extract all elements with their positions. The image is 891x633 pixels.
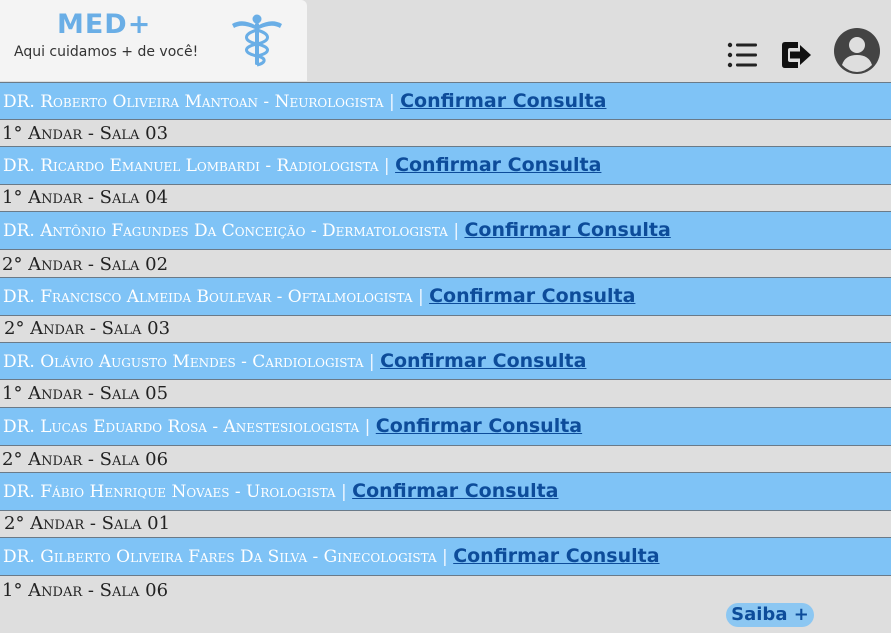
menu-list-icon[interactable]: [727, 41, 757, 69]
brand-tagline: Aqui cuidamos + de você!: [14, 44, 199, 60]
header: MED+ Aqui cuidamos + de você!: [0, 0, 891, 82]
room-location: 2° Andar - Sala 01: [0, 512, 891, 536]
room-location: 2° Andar - Sala 03: [0, 317, 891, 341]
logo[interactable]: MED+ Aqui cuidamos + de você!: [0, 0, 307, 81]
doctor-name: DR. Lucas Eduardo Rosa - Anestesiologist…: [3, 417, 360, 437]
doctor-row: DR. Gilberto Oliveira Fares Da Silva - G…: [0, 537, 891, 576]
doctor-info: DR. Lucas Eduardo Rosa - Anestesiologist…: [3, 408, 582, 446]
doctor-info: DR. Roberto Oliveira Mantoan - Neurologi…: [3, 83, 606, 120]
doctor-name: DR. Antônio Fagundes Da Conceição - Derm…: [3, 221, 448, 241]
doctor-info: DR. Olávio Augusto Mendes - Cardiologist…: [3, 343, 586, 380]
doctor-row: DR. Ricardo Emanuel Lombardi - Radiologi…: [0, 146, 891, 185]
room-location: 1° Andar - Sala 06: [0, 579, 891, 603]
room-location-label: 2° Andar - Sala 06: [2, 449, 169, 470]
logout-icon[interactable]: [780, 40, 812, 70]
confirm-consulta-link[interactable]: Confirmar Consulta: [395, 154, 601, 176]
room-location: 1° Andar - Sala 04: [0, 186, 891, 210]
doctor-row: DR. Fábio Henrique Novaes - Urologista |…: [0, 472, 891, 511]
confirm-consulta-link[interactable]: Confirmar Consulta: [380, 350, 586, 372]
doctor-info: DR. Antônio Fagundes Da Conceição - Derm…: [3, 212, 671, 250]
doctor-name: DR. Francisco Almeida Boulevar - Oftalmo…: [3, 287, 413, 307]
confirm-consulta-link[interactable]: Confirmar Consulta: [352, 480, 558, 502]
separator: |: [383, 156, 390, 176]
doctor-info: DR. Fábio Henrique Novaes - Urologista |…: [3, 473, 559, 511]
caduceus-icon: [232, 14, 282, 67]
doctor-name: DR. Olávio Augusto Mendes - Cardiologist…: [3, 352, 364, 372]
doctor-name: DR. Gilberto Oliveira Fares Da Silva - G…: [3, 547, 437, 567]
doctor-row: DR. Roberto Oliveira Mantoan - Neurologi…: [0, 82, 891, 120]
doctor-name: DR. Ricardo Emanuel Lombardi - Radiologi…: [3, 156, 379, 176]
doctor-row: DR. Lucas Eduardo Rosa - Anestesiologist…: [0, 407, 891, 446]
separator: |: [368, 352, 375, 372]
separator: |: [341, 482, 347, 502]
doctor-row: DR. Antônio Fagundes Da Conceição - Derm…: [0, 211, 891, 250]
confirm-consulta-link[interactable]: Confirmar Consulta: [376, 415, 582, 437]
doctor-row: DR. Olávio Augusto Mendes - Cardiologist…: [0, 342, 891, 380]
doctor-info: DR. Francisco Almeida Boulevar - Oftalmo…: [3, 278, 635, 316]
doctor-name: DR. Roberto Oliveira Mantoan - Neurologi…: [3, 92, 384, 112]
room-location-label: 2° Andar - Sala 03: [4, 318, 171, 339]
confirm-consulta-link[interactable]: Confirmar Consulta: [453, 545, 659, 567]
confirm-consulta-link[interactable]: Confirmar Consulta: [464, 219, 670, 241]
room-location-label: 1° Andar - Sala 03: [2, 123, 169, 144]
confirm-consulta-link[interactable]: Confirmar Consulta: [400, 90, 606, 112]
room-location-label: 1° Andar - Sala 06: [2, 580, 169, 601]
room-location-label: 1° Andar - Sala 04: [2, 187, 169, 208]
confirm-consulta-link[interactable]: Confirmar Consulta: [429, 285, 635, 307]
room-location: 2° Andar - Sala 06: [0, 448, 891, 472]
doctor-row: DR. Francisco Almeida Boulevar - Oftalmo…: [0, 277, 891, 316]
doctor-info: DR. Gilberto Oliveira Fares Da Silva - G…: [3, 538, 660, 576]
user-avatar-icon[interactable]: [833, 27, 881, 75]
doctor-info: DR. Ricardo Emanuel Lombardi - Radiologi…: [3, 147, 601, 185]
brand-name: MED+: [57, 9, 152, 40]
saiba-mais-button[interactable]: Saiba +: [726, 603, 814, 627]
room-location-label: 2° Andar - Sala 02: [2, 254, 169, 275]
separator: |: [364, 417, 371, 437]
separator: |: [388, 92, 395, 112]
separator: |: [453, 221, 460, 241]
room-location: 1° Andar - Sala 03: [0, 122, 891, 146]
room-location: 2° Andar - Sala 02: [0, 253, 891, 277]
doctor-name: DR. Fábio Henrique Novaes - Urologista: [3, 482, 336, 502]
separator: |: [442, 547, 448, 567]
room-location: 1° Andar - Sala 05: [0, 382, 891, 406]
room-location-label: 2° Andar - Sala 01: [4, 513, 171, 534]
room-location-label: 1° Andar - Sala 05: [2, 383, 169, 404]
separator: |: [417, 287, 424, 307]
